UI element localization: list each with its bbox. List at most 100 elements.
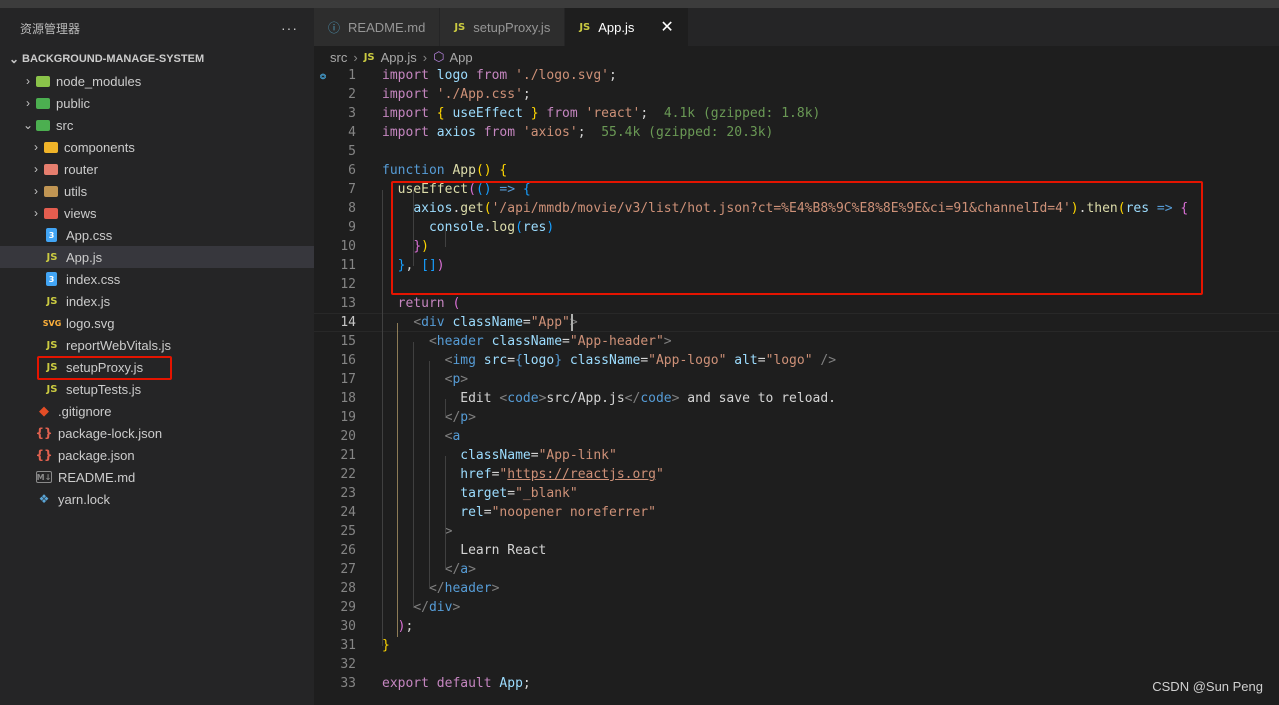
indent-guide: [413, 190, 414, 266]
tree-item[interactable]: › utils: [0, 180, 314, 202]
yarn-icon: ❖: [38, 492, 50, 506]
code-line: 17 <p>: [314, 370, 1279, 389]
indent-guide: [445, 399, 446, 418]
code-line: 24 rel="noopener noreferrer": [314, 503, 1279, 522]
tab-setupproxy[interactable]: JS setupProxy.js: [440, 8, 566, 46]
code-text: function App() {: [382, 163, 508, 178]
code-line: 1 import logo from './logo.svg';: [314, 66, 1279, 85]
line-number: 29: [340, 600, 356, 615]
js-file-icon: JS: [46, 361, 58, 373]
line-number: 4: [348, 125, 356, 140]
chevron-right-icon: ›: [34, 162, 38, 176]
explorer-title: 资源管理器: [20, 21, 81, 36]
line-number: 2: [348, 87, 356, 102]
code-line: 4 import axios from 'axios'; 55.4k (gzipp…: [314, 123, 1279, 142]
line-number: 10: [340, 239, 356, 254]
indent-guide: [445, 456, 446, 570]
css-file-icon: 3: [46, 272, 57, 286]
js-file-icon: JS: [46, 339, 58, 351]
workspace-root[interactable]: ⌄ BACKGROUND-MANAGE-SYSTEM: [0, 48, 314, 70]
code-editor[interactable]: ❂ 1 import logo from './logo.svg'; 2 import…: [314, 66, 1279, 705]
code-text: rel="noopener noreferrer": [460, 505, 656, 520]
tree-item[interactable]: 3 App.css: [0, 224, 314, 246]
tree-item[interactable]: › views: [0, 202, 314, 224]
line-number: 1: [348, 68, 356, 83]
code-line: 8 axios.get('/api/mmdb/movie/v3/list/hot…: [314, 199, 1279, 218]
breadcrumb-symbol[interactable]: App: [449, 50, 472, 65]
tree-item-label: router: [64, 161, 98, 177]
close-icon[interactable]: ✕: [660, 17, 673, 37]
code-line: 25 >: [314, 522, 1279, 541]
line-number: 24: [340, 505, 356, 520]
tree-item[interactable]: {} package.json: [0, 444, 314, 466]
tree-item[interactable]: ❖ yarn.lock: [0, 488, 314, 510]
line-number: 9: [348, 220, 356, 235]
folder-icon: [44, 163, 58, 175]
code-text: <div className="App">: [413, 315, 578, 330]
file-tree: › node_modules › public ⌄ src › components › rout…: [0, 70, 314, 510]
tree-item[interactable]: ⌄ src: [0, 114, 314, 136]
line-number: 16: [340, 353, 356, 368]
tree-item[interactable]: JS setupTests.js: [0, 378, 314, 400]
tab-readme[interactable]: ⓘ README.md: [314, 8, 441, 46]
tree-item[interactable]: › public: [0, 92, 314, 114]
tree-item[interactable]: M↓ README.md: [0, 466, 314, 488]
tab-label: README.md: [348, 19, 426, 35]
tree-item[interactable]: 3 index.css: [0, 268, 314, 290]
tree-item[interactable]: ◆ .gitignore: [0, 400, 314, 422]
svg-file-icon: SVG: [42, 318, 62, 328]
chevron-right-icon: ›: [34, 184, 38, 198]
line-number: 19: [340, 410, 356, 425]
code-line: 13 return (: [314, 294, 1279, 313]
code-text: Learn React: [460, 543, 547, 558]
js-file-icon: JS: [454, 21, 466, 33]
tree-item-label: reportWebVitals.js: [66, 337, 172, 353]
workspace-root-label: BACKGROUND-MANAGE-SYSTEM: [22, 53, 205, 65]
line-number: 27: [340, 562, 356, 577]
folder-icon: [36, 119, 50, 131]
indent-guide: [429, 361, 430, 589]
code-text: </header>: [428, 581, 500, 596]
code-line: 27 </a>: [314, 560, 1279, 579]
line-number: 3: [348, 106, 356, 121]
indent-guide-active: [397, 323, 398, 637]
tree-item-label: index.css: [66, 271, 121, 287]
tree-item[interactable]: › node_modules: [0, 70, 314, 92]
code-line: 20 <a: [314, 427, 1279, 446]
tree-item[interactable]: {} package-lock.json: [0, 422, 314, 444]
chevron-right-icon: ›: [26, 96, 30, 110]
tree-item[interactable]: JS index.js: [0, 290, 314, 312]
tree-item-label: package-lock.json: [58, 425, 163, 441]
code-text: useEffect(() => {: [397, 182, 531, 197]
chevron-right-icon: ›: [353, 49, 358, 65]
tree-item[interactable]: › router: [0, 158, 314, 180]
code-line: 18 Edit <code>src/App.js</code> and save…: [314, 389, 1279, 408]
tab-app-js[interactable]: JS App.js ✕: [565, 8, 689, 46]
breadcrumb-file[interactable]: App.js: [381, 50, 417, 65]
tree-item[interactable]: SVG logo.svg: [0, 312, 314, 334]
tree-item[interactable]: JS App.js: [0, 246, 314, 268]
tree-item[interactable]: › components: [0, 136, 314, 158]
code-line: 6 function App() {: [314, 161, 1279, 180]
git-icon: ◆: [39, 403, 49, 419]
tree-item[interactable]: JS setupProxy.js: [0, 356, 314, 380]
tree-item-label: public: [56, 95, 90, 111]
more-actions-icon[interactable]: ···: [281, 20, 298, 36]
text-cursor: [571, 314, 573, 331]
chevron-right-icon: ›: [34, 206, 38, 220]
code-line: 9 console.log(res): [314, 218, 1279, 237]
code-line: 12: [314, 275, 1279, 294]
breadcrumb-folder[interactable]: src: [330, 50, 347, 65]
code-text: }): [413, 239, 429, 254]
line-number: 13: [340, 296, 356, 311]
line-number: 22: [340, 467, 356, 482]
indent-guide: [413, 342, 414, 608]
tree-item-label: App.css: [66, 227, 113, 243]
editor-tabs: ⓘ README.md JS setupProxy.js JS App.js ✕: [314, 8, 1279, 46]
code-line: 5: [314, 142, 1279, 161]
code-line: 19 </p>: [314, 408, 1279, 427]
tree-item[interactable]: JS reportWebVitals.js: [0, 334, 314, 356]
js-file-icon: JS: [46, 295, 58, 307]
line-number: 5: [348, 144, 356, 159]
line-number: 17: [340, 372, 356, 387]
